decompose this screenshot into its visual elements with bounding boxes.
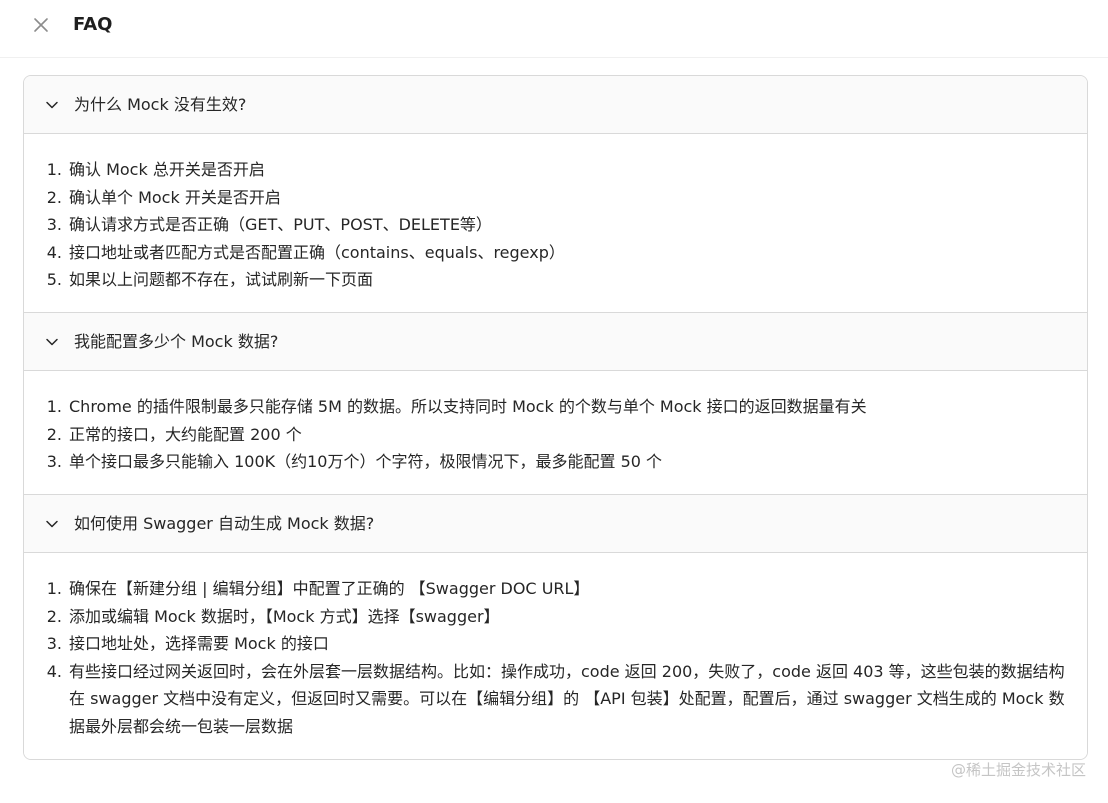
faq-collapse: 为什么 Mock 没有生效? 1. 确认 Mock 总开关是否开启 2. 确认单个 … <box>23 75 1088 760</box>
list-item: 5. 如果以上问题都不存在，试试刷新一下页面 <box>46 270 374 289</box>
list-item: 4. 有些接口经过网关返回时，会在外层套一层数据结构。比如：操作成功，code 返… <box>46 661 1065 736</box>
faq-panel-header[interactable]: 为什么 Mock 没有生效? <box>24 76 1087 134</box>
faq-panel: 如何使用 Swagger 自动生成 Mock 数据? 1. 确保在【新建分组 | … <box>24 495 1087 759</box>
close-button[interactable] <box>28 12 54 38</box>
chevron-down-icon <box>44 97 60 113</box>
list-item: 2. 添加或编辑 Mock 数据时，【Mock 方式】选择【swagger】 <box>46 606 500 626</box>
faq-answer: 1. 确认 Mock 总开关是否开启 2. 确认单个 Mock 开关是否开启 3. 确… <box>24 134 1087 312</box>
faq-panel: 我能配置多少个 Mock 数据? 1. Chrome 的插件限制最多只能存储 5M… <box>24 313 1087 495</box>
close-icon <box>34 18 48 32</box>
list-item: 2. 正常的接口，大约能配置 200 个 <box>46 424 302 444</box>
watermark: @稀土掘金技术社区 <box>950 761 1086 779</box>
drawer-header: FAQ <box>0 0 1108 58</box>
faq-panel-header[interactable]: 如何使用 Swagger 自动生成 Mock 数据? <box>24 495 1087 553</box>
chevron-down-icon <box>44 334 60 350</box>
drawer-title: FAQ <box>73 14 113 35</box>
faq-answer: 1. Chrome 的插件限制最多只能存储 5M 的数据。所以支持同时 Mock … <box>24 371 1087 494</box>
faq-panel-header[interactable]: 我能配置多少个 Mock 数据? <box>24 313 1087 371</box>
list-item: 3. 接口地址处，选择需要 Mock 的接口 <box>46 634 329 653</box>
list-item: 1. 确认 Mock 总开关是否开启 <box>46 160 265 179</box>
faq-question: 如何使用 Swagger 自动生成 Mock 数据? <box>74 513 375 533</box>
faq-question: 为什么 Mock 没有生效? <box>74 94 247 114</box>
list-item: 4. 接口地址或者匹配方式是否配置正确（contains、equals、regex… <box>46 242 565 262</box>
list-item: 2. 确认单个 Mock 开关是否开启 <box>46 187 281 207</box>
faq-answer: 1. 确保在【新建分组 | 编辑分组】中配置了正确的 【Swagger DOC U… <box>24 553 1087 759</box>
faq-panel: 为什么 Mock 没有生效? 1. 确认 Mock 总开关是否开启 2. 确认单个 … <box>24 76 1087 313</box>
list-item: 3. 确认请求方式是否正确（GET、PUT、POST、DELETE等） <box>46 215 492 234</box>
list-item: 1. 确保在【新建分组 | 编辑分组】中配置了正确的 【Swagger DOC U… <box>46 579 590 598</box>
faq-question: 我能配置多少个 Mock 数据? <box>74 331 279 351</box>
list-item: 3. 单个接口最多只能输入 100K（约10万个）个字符，极限情况下，最多能配置 … <box>46 452 663 471</box>
chevron-down-icon <box>44 516 60 532</box>
list-item: 1. Chrome 的插件限制最多只能存储 5M 的数据。所以支持同时 Mock … <box>46 397 867 416</box>
